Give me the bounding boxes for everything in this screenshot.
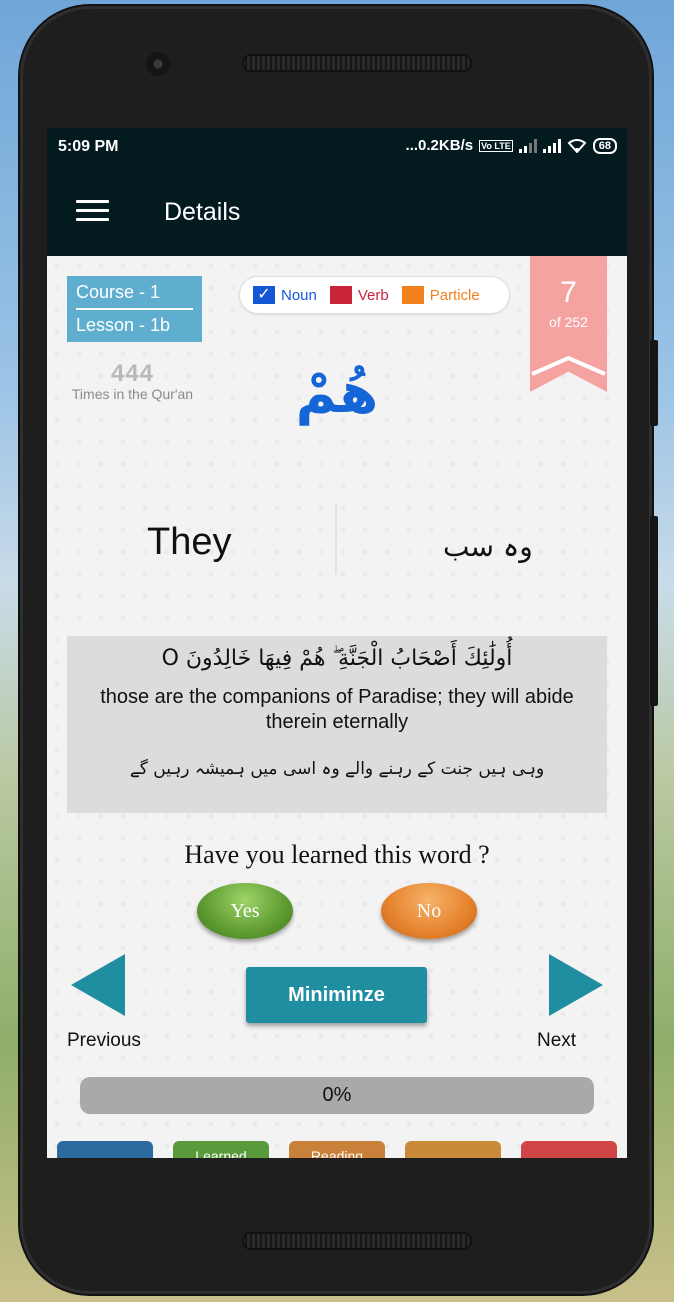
frequency-count: 444: [110, 360, 155, 387]
battery-icon: 68: [592, 137, 617, 154]
status-bar: 5:09 PM ...0.2KB/s Vo LTE 68: [47, 128, 627, 166]
next-arrow-icon[interactable]: [549, 954, 603, 1016]
particle-color-swatch: [401, 286, 424, 304]
legend-noun[interactable]: ✓ Noun: [253, 286, 317, 304]
signal-icon: [518, 138, 537, 153]
legend-noun-label: Noun: [281, 286, 317, 304]
urdu-meaning: وہ سب: [443, 530, 533, 563]
bottom-tab-1[interactable]: [57, 1141, 153, 1158]
ribbon-chevron-icon: [531, 355, 606, 376]
word-type-legend: ✓ Noun Verb Particle: [240, 277, 509, 313]
verse-urdu: وہی ہیں جنت کے رہنے والے وہ اسی میں ہمیش…: [129, 759, 545, 779]
wifi-icon: [567, 139, 587, 153]
volte-icon: Vo LTE: [479, 139, 513, 152]
verse-arabic: أُولَٰئِكَ أَصْحَابُ الْجَنَّةِ ۖ هُمْ ف…: [161, 646, 513, 671]
arabic-word: هُمْ: [295, 361, 379, 426]
legend-verb[interactable]: Verb: [329, 286, 389, 304]
previous-arrow-icon[interactable]: [71, 954, 125, 1016]
status-time: 5:09 PM: [58, 138, 119, 155]
earpiece-speaker: [242, 54, 472, 72]
next-label[interactable]: Next: [537, 1030, 576, 1052]
word-details: Course - 1 Lesson - 1b ✓ Noun Verb Parti…: [47, 256, 627, 1158]
meaning-divider: [335, 504, 337, 574]
power-button: [650, 516, 658, 706]
network-speed: ...0.2KB/s: [405, 137, 474, 154]
checkbox-checked-icon: ✓: [253, 286, 275, 304]
bottom-tab-5[interactable]: [521, 1141, 617, 1158]
word-counter-total: of 252: [549, 314, 588, 330]
word-counter-current: 7: [560, 276, 577, 309]
bottom-tab-reading[interactable]: Reading: [289, 1141, 385, 1158]
learned-question: Have you learned this word ?: [184, 840, 490, 869]
course-label: Course - 1: [76, 282, 161, 302]
legend-particle[interactable]: Particle: [401, 286, 480, 304]
frequency-label: Times in the Qur'an: [71, 386, 194, 402]
progress-bar: 0%: [80, 1077, 594, 1114]
legend-particle-label: Particle: [429, 286, 480, 304]
lesson-label: Lesson - 1b: [76, 315, 171, 335]
legend-verb-label: Verb: [357, 286, 389, 304]
progress-label: 0%: [322, 1084, 352, 1106]
screen: 5:09 PM ...0.2KB/s Vo LTE 68 Details Cou…: [47, 128, 627, 1158]
signal-icon-2: [542, 138, 561, 153]
volume-button: [650, 340, 658, 426]
course-divider: [76, 308, 193, 310]
verb-color-swatch: [329, 286, 352, 304]
front-camera: [146, 52, 170, 76]
frequency-counter: 444 Times in the Qur'an: [65, 360, 200, 402]
hamburger-menu-icon[interactable]: [76, 200, 109, 222]
verse-english: those are the companions of Paradise; th…: [100, 686, 574, 733]
app-bar: Details: [47, 166, 627, 256]
verse-box: أُولَٰئِكَ أَصْحَابُ الْجَنَّةِ ۖ هُمْ ف…: [67, 636, 607, 813]
page-title: Details: [164, 198, 241, 226]
bottom-speaker: [242, 1232, 472, 1250]
english-meaning: They: [147, 521, 232, 563]
minimize-button[interactable]: Miniminze: [246, 967, 427, 1023]
no-button[interactable]: No: [381, 883, 477, 939]
yes-button[interactable]: Yes: [197, 883, 293, 939]
course-lesson-box: Course - 1 Lesson - 1b: [67, 276, 202, 342]
bottom-tab-learned[interactable]: Learned: [173, 1141, 269, 1158]
previous-label[interactable]: Previous: [67, 1030, 141, 1052]
bottom-tab-4[interactable]: [405, 1141, 501, 1158]
